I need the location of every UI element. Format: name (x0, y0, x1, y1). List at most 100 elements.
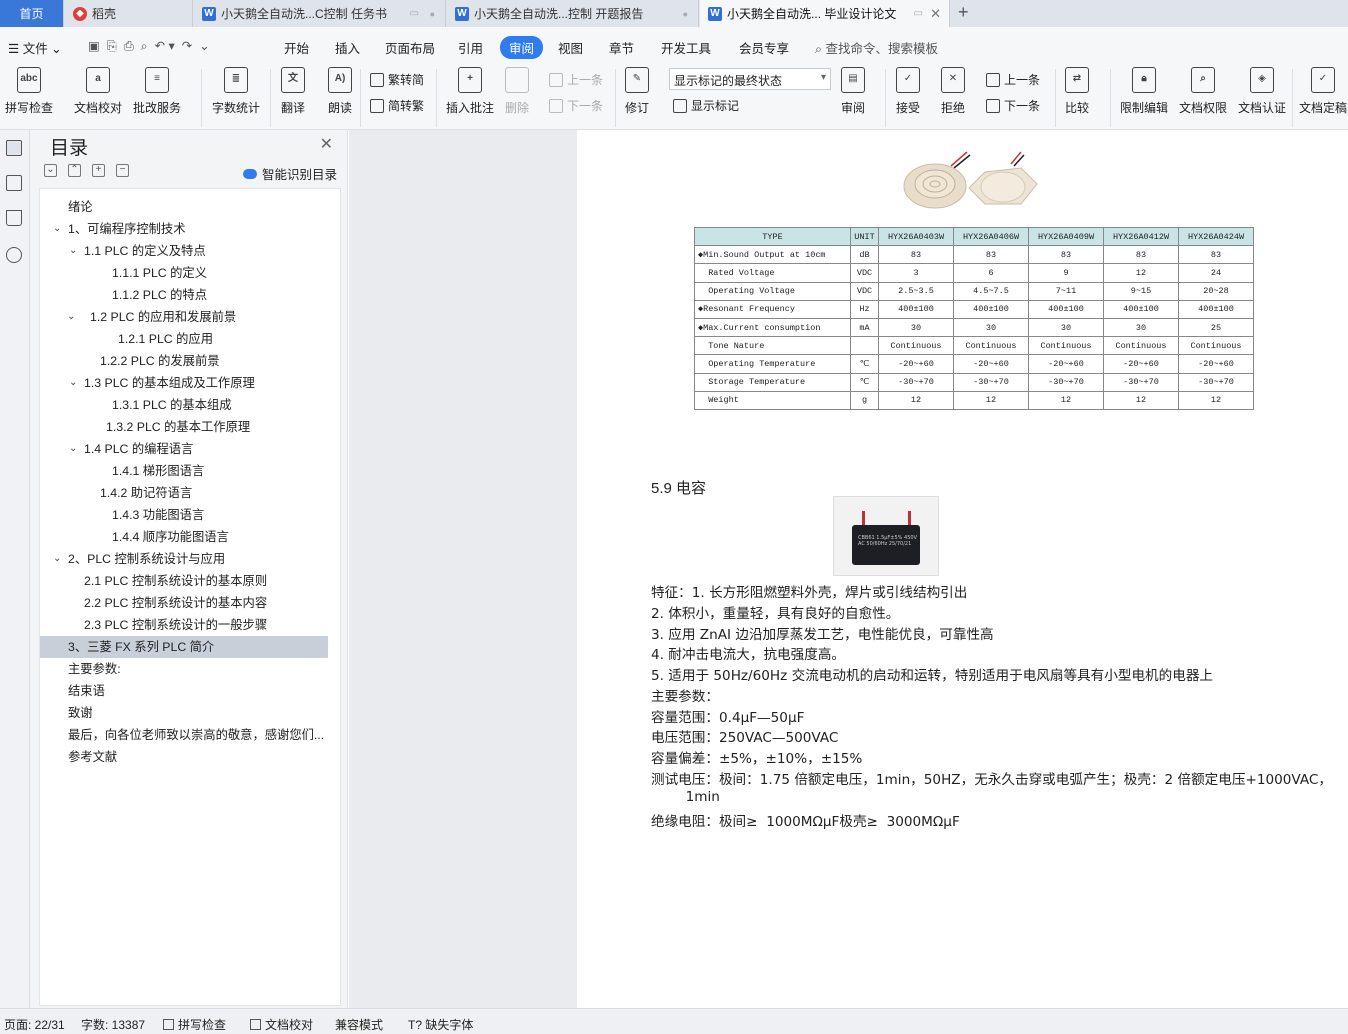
pin-icon[interactable]: ▭ (914, 8, 923, 19)
toc-item[interactable]: 3、三菱 FX 系列 PLC 简介 (40, 636, 328, 658)
prev-comment-button[interactable]: 上一条 (549, 71, 603, 88)
page-indicator[interactable]: 页面: 22/31 (4, 1016, 65, 1033)
chevron-down-icon[interactable]: ⌄ (69, 240, 77, 262)
tab-doc-task[interactable]: W 小天鹅全自动洗...C控制 任务书 ▭ ● (194, 0, 446, 27)
pin-icon[interactable]: ▭ (410, 8, 419, 19)
toc-item[interactable]: 1.1 PLC 的定义及特点 ⌄ (40, 240, 340, 262)
search-icon[interactable] (6, 247, 22, 263)
tab-doc-thesis[interactable]: W 小天鹅全自动洗... 毕业设计论文 ▭ ✕ (700, 0, 950, 27)
revise-button[interactable]: ✎ 修订 (625, 67, 649, 116)
add-heading-icon[interactable]: + (92, 164, 105, 177)
ribbon-separator (201, 69, 202, 127)
next-comment-button[interactable]: 下一条 (549, 97, 603, 114)
toc-item[interactable]: 参考文献 (40, 746, 340, 768)
prev-change-button[interactable]: 上一条 (986, 71, 1040, 88)
toc-item[interactable]: 1.1.1 PLC 的定义 (40, 262, 340, 284)
toc-item[interactable]: 1.1.2 PLC 的特点 (40, 284, 340, 306)
toc-item[interactable]: 1.4.2 助记符语言 (40, 482, 340, 504)
file-menu[interactable]: ☰ 文件 ⌄ (8, 38, 62, 57)
toc-item[interactable]: 1.2.1 PLC 的应用 (40, 328, 340, 350)
doc-certify-button[interactable]: ◈ 文档认证 (1238, 67, 1286, 116)
compat-mode[interactable]: 兼容模式 (335, 1016, 383, 1033)
doc-rights-button[interactable]: ⌕ 文档权限 (1179, 67, 1227, 116)
word-count[interactable]: 字数: 13387 (81, 1016, 145, 1033)
word-count-button[interactable]: ≣ 字数统计 (212, 67, 260, 116)
toc-item[interactable]: 1.2.2 PLC 的发展前景 (40, 350, 340, 372)
toc-item[interactable]: 1.4.3 功能图语言 (40, 504, 340, 526)
menu-dev-tools[interactable]: 开发工具 (661, 38, 711, 57)
menu-reference[interactable]: 引用 (458, 38, 483, 57)
toc-item[interactable]: 结束语 (40, 680, 340, 702)
batch-service-button[interactable]: ≡ 批改服务 (133, 67, 181, 116)
translate-button[interactable]: 文翻译 (281, 67, 305, 116)
toc-item-label: 1.2.2 PLC 的发展前景 (100, 354, 220, 368)
status-spell-check[interactable]: 拼写检查 (163, 1016, 226, 1033)
smart-toc-button[interactable]: 智能识别目录 (242, 164, 337, 183)
menu-start[interactable]: 开始 (284, 38, 309, 57)
read-aloud-button[interactable]: A) 朗读 (328, 67, 352, 116)
spec-header-cell: UNIT (850, 226, 879, 247)
spell-check-button[interactable]: abc 拼写检查 (5, 67, 53, 116)
status-doc-proof[interactable]: 文档校对 (250, 1016, 313, 1033)
close-icon[interactable]: ✕ (930, 6, 941, 22)
toc-item[interactable]: 1.3.2 PLC 的基本工作原理 (40, 416, 340, 438)
tab-docer[interactable]: ◆ 稻壳 (65, 0, 193, 27)
show-marks-button[interactable]: 显示标记 (673, 97, 739, 114)
toc-item[interactable]: 1.2 PLC 的应用和发展前景 ⌄ (40, 306, 340, 328)
toc-item[interactable]: 1.3.1 PLC 的基本组成 (40, 394, 340, 416)
menu-member[interactable]: 会员专享 (739, 38, 789, 57)
menu-chapter[interactable]: 章节 (609, 38, 634, 57)
menu-layout[interactable]: 页面布局 (385, 38, 435, 57)
toc-item[interactable]: 2.1 PLC 控制系统设计的基本原则 (40, 570, 340, 592)
tab-doc-proposal[interactable]: W 小天鹅全自动洗...控制 开题报告 ● (447, 0, 699, 27)
nav-panel-icon[interactable] (6, 175, 22, 191)
new-tab-button[interactable]: + (958, 2, 969, 23)
menu-view[interactable]: 视图 (558, 38, 583, 57)
t2s-button[interactable]: 繁转简 (370, 71, 424, 88)
compare-button[interactable]: ⇄ 比较 (1065, 67, 1089, 116)
s2t-button[interactable]: 简转繁 (370, 97, 424, 114)
menu-insert[interactable]: 插入 (335, 38, 360, 57)
review-pane-button[interactable]: ▤ 审阅 (841, 67, 865, 116)
accept-button[interactable]: ✓ 接受 (896, 67, 920, 116)
chevron-down-icon[interactable]: ⌄ (67, 306, 75, 328)
remove-heading-icon[interactable]: − (116, 164, 129, 177)
chevron-down-icon[interactable]: ⌄ (69, 438, 77, 460)
chevron-down-icon[interactable]: ⌄ (53, 548, 61, 570)
expand-all-icon[interactable]: ⌃ (68, 164, 81, 177)
doc-proof-button[interactable]: a 文档校对 (74, 67, 122, 116)
ribbon-separator (1055, 69, 1056, 127)
insert-comment-button[interactable]: + 插入批注 (446, 67, 494, 116)
close-icon[interactable]: ✕ (320, 134, 333, 154)
command-search[interactable]: ⌕ 查找命令、搜索模板 (815, 38, 938, 57)
markup-state-select[interactable]: 显示标记的最终状态 (669, 68, 831, 90)
toc-item[interactable]: 1.4.4 顺序功能图语言 (40, 526, 340, 548)
toc-item[interactable]: 2、PLC 控制系统设计与应用 ⌄ (40, 548, 340, 570)
quick-access-icons[interactable]: ▣ ⎘ ⎙ ⌕ ↶ ▾ ↷ ⌄ (88, 38, 210, 54)
finalize-button[interactable]: ✓ 文档定稿 (1299, 67, 1347, 116)
tab-home[interactable]: 首页 (0, 0, 64, 27)
toc-panel-icon[interactable] (6, 140, 22, 156)
menu-review[interactable]: 审阅 (500, 36, 544, 59)
toc-item[interactable]: 绪论 (40, 196, 340, 218)
next-change-button[interactable]: 下一条 (986, 97, 1040, 114)
doc-paragraph-line: 电压范围：250VAC—500VAC (651, 730, 839, 746)
toc-item[interactable]: 2.3 PLC 控制系统设计的一般步骤 (40, 614, 340, 636)
toc-item[interactable]: 1.4.1 梯形图语言 (40, 460, 340, 482)
toc-item[interactable]: 1、可编程序控制技术 ⌄ (40, 218, 340, 240)
toc-item[interactable]: 1.4 PLC 的编程语言 ⌄ (40, 438, 340, 460)
toc-item[interactable]: 最后，向各位老师致以崇高的敬意，感谢您们... (40, 724, 340, 746)
delete-comment-button[interactable]: 删除 (505, 67, 529, 116)
chevron-down-icon[interactable]: ⌄ (69, 372, 77, 394)
toc-item[interactable]: 2.2 PLC 控制系统设计的基本内容 (40, 592, 340, 614)
collapse-all-icon[interactable]: ⌄ (44, 164, 57, 177)
toc-item[interactable]: 主要参数: (40, 658, 340, 680)
toc-item[interactable]: 1.3 PLC 的基本组成及工作原理 ⌄ (40, 372, 340, 394)
bookmark-icon[interactable] (6, 210, 22, 226)
chevron-down-icon[interactable]: ⌄ (53, 218, 61, 240)
reject-button[interactable]: ✕ 拒绝 (941, 67, 965, 116)
toc-item[interactable]: 致谢 (40, 702, 340, 724)
ribbon-label: 字数统计 (212, 101, 261, 115)
restrict-edit-button[interactable]: 🔒︎ 限制编辑 (1120, 67, 1168, 116)
missing-font[interactable]: T? 缺失字体 (408, 1016, 473, 1033)
